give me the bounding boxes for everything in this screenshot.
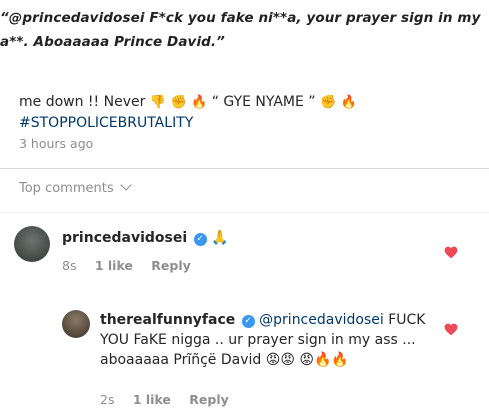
- comment-meta: 8s 1 like Reply: [62, 258, 205, 273]
- reply-button[interactable]: Reply: [189, 392, 228, 407]
- comment-text: 🙏: [211, 230, 229, 246]
- hashtag-link[interactable]: #STOPPOLICEBRUTALITY: [19, 113, 357, 133]
- top-comments-dropdown[interactable]: Top comments: [19, 179, 132, 196]
- heart-icon[interactable]: [444, 323, 458, 336]
- post-timestamp[interactable]: 3 hours ago: [19, 136, 93, 151]
- comment-likes[interactable]: 1 like: [95, 258, 133, 273]
- caption-quote: “ GYE NYAME ”: [211, 94, 316, 110]
- comment-body: therealfunnyface ✓ @princedavidosei FUCK…: [100, 310, 440, 370]
- fire-emoji: 🔥: [340, 95, 357, 110]
- comment-body: princedavidosei ✓ 🙏: [62, 230, 229, 246]
- comment-username[interactable]: princedavidosei: [62, 230, 187, 246]
- comment-age[interactable]: 8s: [62, 258, 76, 273]
- comment-username[interactable]: therealfunnyface: [100, 312, 235, 328]
- comment-meta: 2s 1 like Reply: [100, 392, 243, 407]
- heart-icon[interactable]: [444, 246, 458, 259]
- divider: [0, 212, 489, 213]
- reply-button[interactable]: Reply: [151, 258, 190, 273]
- comment-likes[interactable]: 1 like: [133, 392, 171, 407]
- chevron-down-icon: [119, 179, 132, 191]
- headline-quote: “@princedavidosei F*ck you fake ni**a, y…: [0, 10, 481, 50]
- fire-emoji: 🔥: [191, 95, 208, 110]
- raised-fist-emoji: ✊: [170, 95, 187, 110]
- post-caption: me down !! Never 👎 ✊ 🔥 “ GYE NYAME ” ✊ 🔥…: [19, 92, 357, 133]
- caption-text: me down !! Never: [19, 94, 146, 110]
- divider: [0, 168, 489, 169]
- top-comments-label: Top comments: [19, 181, 114, 196]
- comment-age[interactable]: 2s: [100, 392, 114, 407]
- verified-badge-icon: ✓: [193, 233, 207, 246]
- avatar[interactable]: [14, 226, 50, 262]
- raised-fist-emoji: ✊: [320, 95, 337, 110]
- instagram-comments-screenshot: me down !! Never 👎 ✊ 🔥 “ GYE NYAME ” ✊ 🔥…: [0, 78, 489, 409]
- thumbs-down-emoji: 👎: [149, 95, 166, 110]
- verified-badge-icon: ✓: [241, 315, 255, 328]
- avatar[interactable]: [62, 310, 90, 338]
- mention-link[interactable]: @princedavidosei: [259, 312, 384, 328]
- caption-line-1: me down !! Never 👎 ✊ 🔥 “ GYE NYAME ” ✊ 🔥: [19, 92, 357, 113]
